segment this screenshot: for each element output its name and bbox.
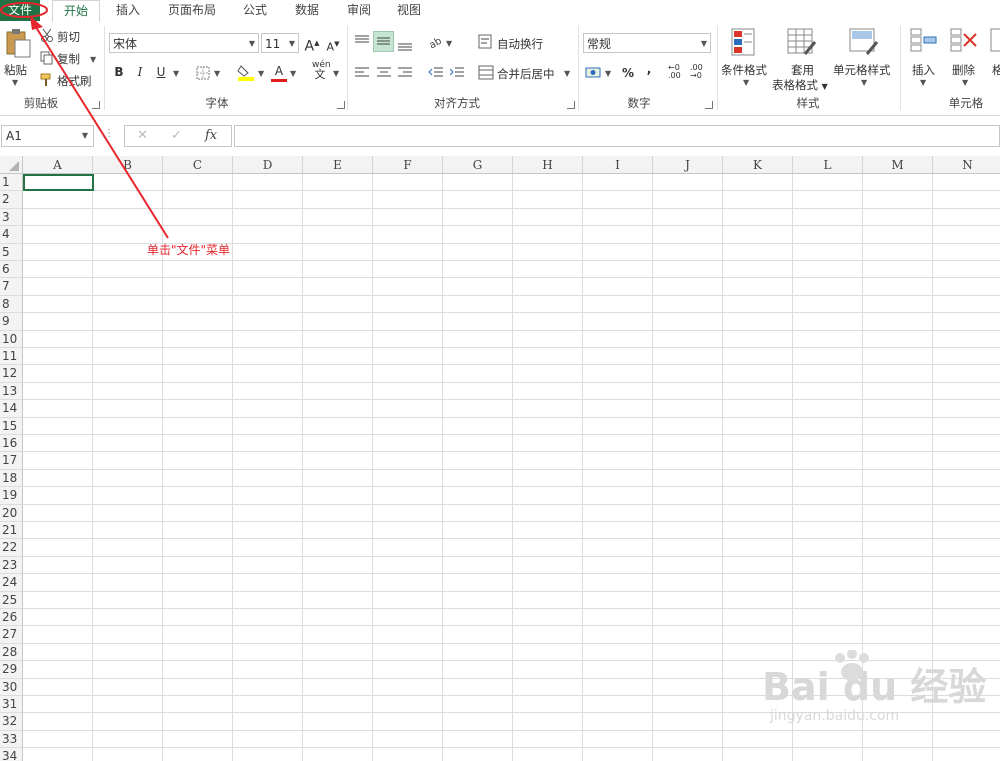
annotation-text: 单击"文件"菜单 (147, 243, 231, 257)
annotation-highlight-ellipse (0, 2, 48, 18)
watermark-url: jingyan.baidu.com (770, 708, 900, 724)
watermark-logo-text: Bai du 经验 (762, 665, 987, 709)
annotation-overlay (0, 2, 169, 239)
annotation-arrow-line (33, 23, 169, 239)
paw-icon (835, 650, 869, 681)
baidu-watermark: Bai du 经验 jingyan.baidu.com (762, 650, 987, 724)
annotation-arrow-head-icon (30, 16, 43, 30)
